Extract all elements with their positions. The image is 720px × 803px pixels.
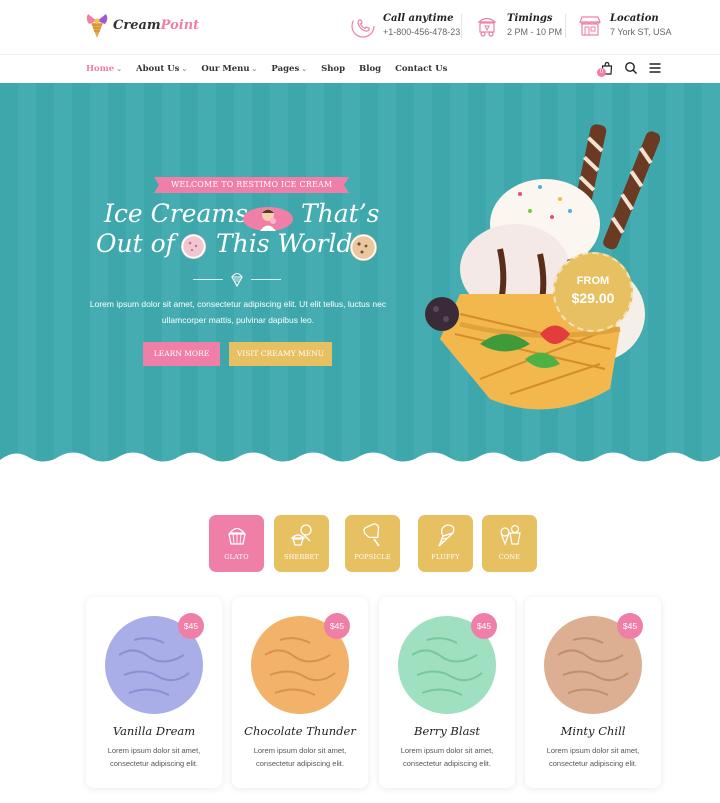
brand-name: CreamPoint (113, 17, 200, 33)
price-from-label: FROM (576, 275, 610, 287)
nav-item-contact-us[interactable]: Contact Us (395, 64, 447, 74)
product-card[interactable]: $45 Vanilla Dream Lorem ipsum dolor sit … (86, 597, 222, 788)
price-tag[interactable]: $45 (471, 613, 497, 639)
category-fluffy[interactable]: FLUFFY (418, 515, 473, 572)
chevron-down-icon: ⌄ (116, 64, 122, 73)
contact-location: Location 7 York ST, USA (577, 12, 672, 39)
price-value: $29.00 (571, 290, 615, 306)
welcome-ribbon: WELCOME TO RESTIMO ICE CREAM (153, 177, 350, 193)
hero-section: WELCOME TO RESTIMO ICE CREAM Ice Creams … (0, 83, 720, 468)
contact-timings: Timings 2 PM - 10 PM (474, 12, 562, 39)
divider-line (193, 279, 223, 280)
contact-value: 2 PM - 10 PM (507, 27, 563, 37)
kid-photo-bubble (243, 207, 293, 231)
chevron-down-icon: ⌄ (181, 64, 188, 73)
hamburger-menu-icon (649, 63, 661, 73)
category-label: FLUFFY (431, 553, 460, 561)
category-popsicle[interactable]: POPSICLE (345, 515, 400, 572)
kid-eating-icecream-image (260, 209, 276, 231)
product-title[interactable]: Minty Chill (525, 724, 661, 738)
learn-more-button[interactable]: LEARN MORE (143, 342, 220, 366)
chevron-down-icon: ⌄ (251, 64, 258, 73)
menu-button[interactable] (648, 61, 662, 75)
product-description: Lorem ipsum dolor sit amet, consectetur … (253, 746, 347, 768)
visit-menu-button[interactable]: VISIT CREAMY MENU (229, 342, 332, 366)
price-badge: FROM $29.00 (553, 252, 633, 332)
price-tag[interactable]: $45 (324, 613, 350, 639)
product-card[interactable]: $45 Berry Blast Lorem ipsum dolor sit am… (379, 597, 515, 788)
category-glato[interactable]: GLATO (209, 515, 264, 572)
main-nav: Home ⌄ About Us ⌄ Our Menu ⌄ Pages ⌄ Shop Bl… (0, 54, 720, 83)
nav-item-about-us[interactable]: About Us ⌄ (136, 64, 187, 74)
category-label: CONE (498, 553, 521, 561)
nav-item-our-menu[interactable]: Our Menu ⌄ (201, 64, 257, 74)
store-icon (579, 16, 601, 36)
nav-menu: Home ⌄ About Us ⌄ Our Menu ⌄ Pages ⌄ Shop Bl… (86, 64, 461, 74)
nav-item-shop[interactable]: Shop (321, 64, 345, 74)
nav-item-blog[interactable]: Blog (359, 64, 381, 74)
category-cone[interactable]: CONE (482, 515, 537, 572)
contact-value: 7 York ST, USA (610, 27, 672, 37)
cookie-scoop-image (350, 234, 377, 261)
ice-cream-divider-icon (230, 272, 244, 288)
phone-icon (351, 14, 375, 38)
search-button[interactable] (624, 61, 638, 75)
scoop-texture (350, 234, 377, 261)
category-label: GLATO (224, 553, 249, 561)
product-description: Lorem ipsum dolor sit amet, consectetur … (546, 746, 640, 768)
price-tag[interactable]: $45 (617, 613, 643, 639)
product-title[interactable]: Vanilla Dream (86, 724, 222, 738)
ice-cream-cone-icon (437, 524, 454, 547)
cart-count-badge: 0 (597, 68, 606, 77)
divider (565, 14, 566, 38)
hero-description: Lorem ipsum dolor sit amet, consectetur … (89, 299, 387, 325)
contact-value: +1-800-456-478-23 (383, 27, 461, 37)
cones-icon (499, 524, 521, 546)
divider (461, 14, 462, 38)
nav-tools: 0 (597, 61, 662, 77)
product-title[interactable]: Chocolate Thunder (232, 724, 368, 738)
product-card[interactable]: $45 Minty Chill Lorem ipsum dolor sit am… (525, 597, 661, 788)
strawberry-scoop-image (181, 234, 206, 259)
hero-title-part: That’s (301, 199, 380, 228)
search-icon (625, 62, 638, 75)
popsicle-icon (362, 523, 380, 547)
contact-title: Location (610, 13, 659, 24)
sherbet-icon (289, 524, 312, 546)
contact-call[interactable]: Call anytime +1-800-456-478-23 (350, 12, 460, 39)
hero-title-part: Out of (96, 229, 175, 258)
product-description: Lorem ipsum dolor sit amet, consectetur … (107, 746, 201, 768)
food-cart-icon (477, 17, 497, 37)
chevron-down-icon: ⌄ (301, 64, 308, 73)
category-label: POPSICLE (354, 553, 391, 561)
hero-title-part: This World (216, 229, 353, 258)
top-bar: CreamPoint Call anytime +1-800-456-478-2… (0, 0, 720, 54)
cart-button[interactable]: 0 (597, 61, 614, 77)
logo-icon (86, 14, 108, 38)
contact-title: Call anytime (383, 13, 454, 24)
price-tag[interactable]: $45 (178, 613, 204, 639)
product-description: Lorem ipsum dolor sit amet, consectetur … (400, 746, 494, 768)
hero-title-part: Ice Creams (104, 199, 248, 228)
category-label: SHERBET (283, 553, 320, 561)
nav-item-pages[interactable]: Pages ⌄ (271, 64, 307, 74)
product-title[interactable]: Berry Blast (379, 724, 515, 738)
contact-title: Timings (507, 13, 553, 24)
nav-item-home[interactable]: Home ⌄ (86, 64, 122, 74)
scoop-texture (181, 234, 206, 259)
product-card[interactable]: $45 Chocolate Thunder Lorem ipsum dolor … (232, 597, 368, 788)
divider-line (251, 279, 281, 280)
gelato-cup-icon (227, 527, 246, 545)
logo[interactable]: CreamPoint (85, 11, 199, 39)
wave-divider (0, 452, 720, 468)
category-sherbet[interactable]: SHERBET (274, 515, 329, 572)
